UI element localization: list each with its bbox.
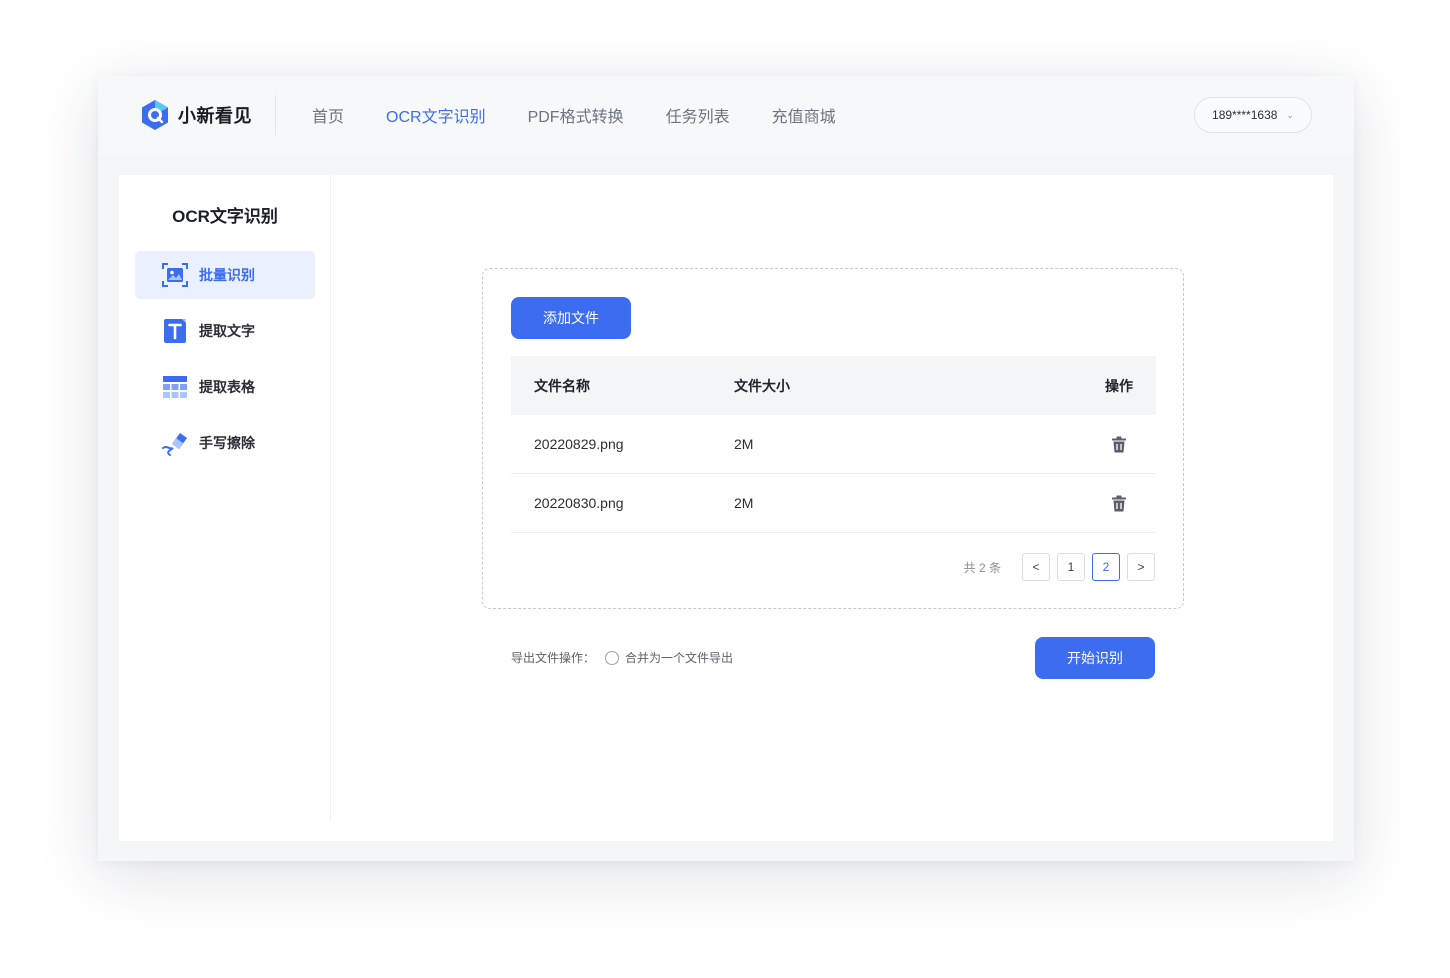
text-t-icon: [161, 317, 189, 345]
start-recognition-button[interactable]: 开始识别: [1035, 637, 1155, 679]
top-header: 小新看见 首页 OCR文字识别 PDF格式转换 任务列表 充值商城 189***…: [98, 76, 1354, 154]
table-row: 20220830.png 2M: [511, 474, 1156, 533]
file-table: 文件名称 文件大小 操作 20220829.png 2M 20220830.pn…: [511, 356, 1156, 533]
sidebar-item-extract-table[interactable]: 提取表格: [135, 363, 315, 411]
next-page-button[interactable]: >: [1127, 553, 1155, 581]
batch-image-icon: [161, 261, 189, 289]
file-size: 2M: [734, 436, 754, 452]
app-window: 小新看见 首页 OCR文字识别 PDF格式转换 任务列表 充值商城 189***…: [98, 76, 1354, 861]
pagination: 共 2 条 < 1 2 >: [964, 553, 1155, 581]
sidebar-item-extract-text[interactable]: 提取文字: [135, 307, 315, 355]
page-button-2[interactable]: 2: [1092, 553, 1120, 581]
sidebar: OCR文字识别 批量识别 提取文字 提取表格 手写擦除: [119, 175, 331, 821]
sidebar-item-label: 批量识别: [199, 267, 255, 283]
column-header-action: 操作: [1105, 377, 1133, 394]
merge-export-radio[interactable]: [605, 650, 620, 665]
app-name: 小新看见: [178, 106, 252, 126]
nav-item-pdf[interactable]: PDF格式转换: [528, 103, 624, 127]
column-header-name: 文件名称: [534, 377, 590, 394]
main-card: OCR文字识别 批量识别 提取文字 提取表格 手写擦除 添加文件 文件名称 文件…: [119, 175, 1333, 841]
add-file-button[interactable]: 添加文件: [511, 297, 631, 339]
nav-item-tasks[interactable]: 任务列表: [666, 103, 730, 127]
sidebar-title: OCR文字识别: [172, 207, 278, 226]
nav-item-home[interactable]: 首页: [312, 103, 344, 127]
app-logo[interactable]: 小新看见: [140, 98, 252, 132]
file-name: 20220830.png: [534, 495, 624, 511]
user-phone: 189****1638: [1212, 108, 1278, 122]
user-menu[interactable]: 189****1638 ⌄: [1194, 97, 1312, 133]
header-divider: [275, 95, 276, 135]
file-name: 20220829.png: [534, 436, 624, 452]
chevron-down-icon: ⌄: [1286, 109, 1294, 120]
pagination-total: 共 2 条: [963, 560, 1001, 575]
export-label: 导出文件操作：: [511, 651, 596, 665]
table-header: 文件名称 文件大小 操作: [511, 356, 1156, 415]
sidebar-item-label: 手写擦除: [199, 435, 255, 451]
upload-zone[interactable]: 添加文件 文件名称 文件大小 操作 20220829.png 2M 202208…: [482, 268, 1184, 609]
table-row: 20220829.png 2M: [511, 415, 1156, 474]
nav-item-ocr[interactable]: OCR文字识别: [386, 103, 486, 127]
sidebar-item-label: 提取表格: [199, 379, 255, 395]
table-grid-icon: [161, 373, 189, 401]
prev-page-button[interactable]: <: [1022, 553, 1050, 581]
nav-item-store[interactable]: 充值商城: [772, 103, 836, 127]
trash-icon[interactable]: [1111, 436, 1127, 453]
page-button-1[interactable]: 1: [1057, 553, 1085, 581]
merge-export-label[interactable]: 合并为一个文件导出: [625, 649, 733, 666]
eraser-icon: [161, 429, 189, 457]
sidebar-item-batch[interactable]: 批量识别: [135, 251, 315, 299]
file-size: 2M: [734, 495, 754, 511]
sidebar-item-label: 提取文字: [199, 323, 255, 339]
main-nav: 首页 OCR文字识别 PDF格式转换 任务列表 充值商城: [312, 76, 878, 154]
sidebar-item-handwriting-erase[interactable]: 手写擦除: [135, 419, 315, 467]
column-header-size: 文件大小: [734, 377, 790, 394]
logo-icon: [142, 100, 168, 130]
export-options: 导出文件操作： 合并为一个文件导出: [511, 649, 733, 666]
trash-icon[interactable]: [1111, 495, 1127, 512]
